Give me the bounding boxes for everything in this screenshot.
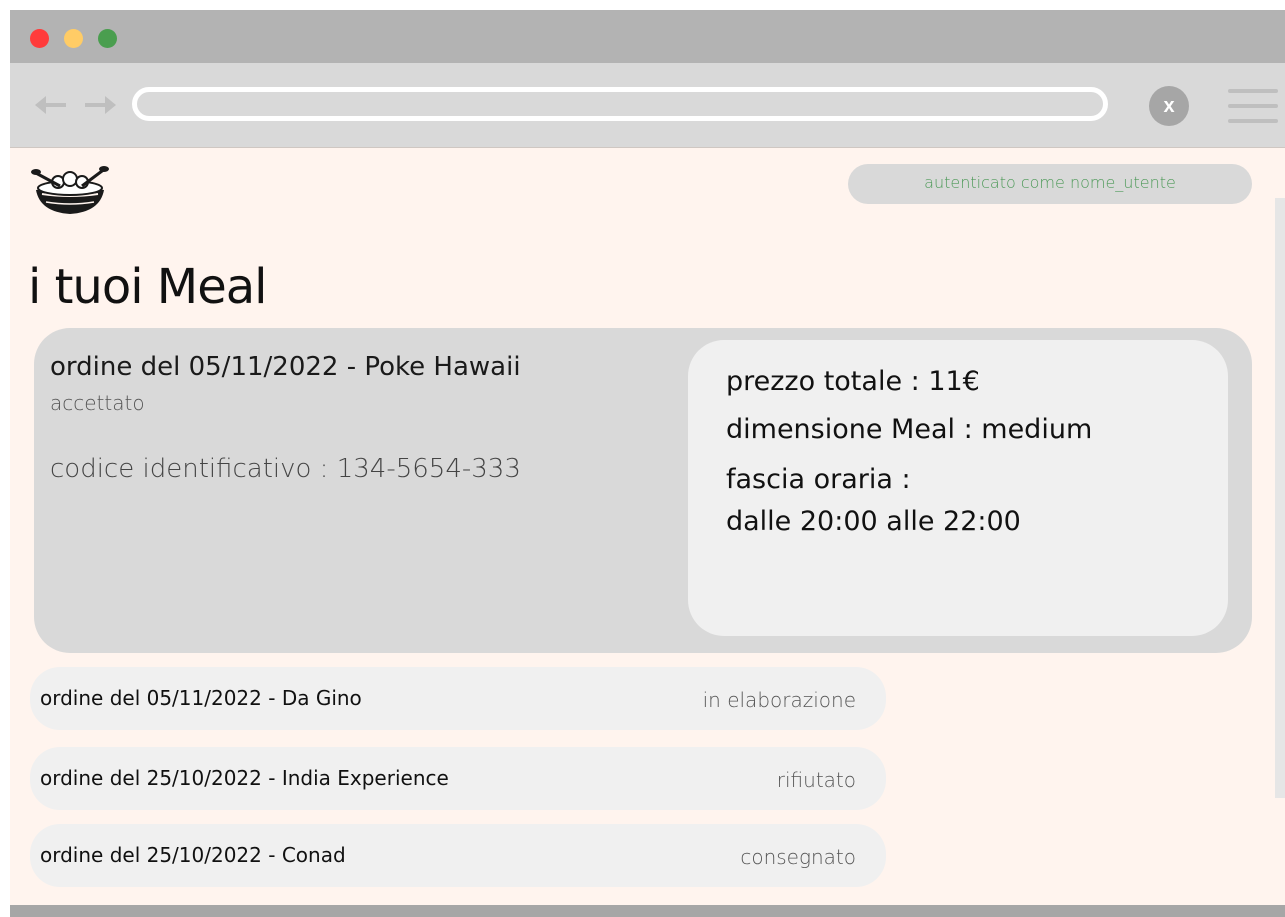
close-window-dot[interactable]	[30, 29, 49, 48]
time-slot-value: dalle 20:00 alle 22:00	[726, 506, 1021, 537]
auth-status-badge[interactable]: autenticato come nome_utente	[848, 164, 1252, 204]
order-row-title: ordine del 05/11/2022 - Da Gino	[40, 686, 362, 710]
scrollbar[interactable]	[1275, 198, 1285, 798]
forward-arrow-icon[interactable]	[83, 93, 119, 117]
order-row[interactable]: ordine del 05/11/2022 - Da Gino in elabo…	[30, 667, 886, 730]
hamburger-menu-icon[interactable]	[1228, 87, 1278, 125]
time-slot-label: fascia oraria :	[726, 464, 911, 495]
order-details-panel: prezzo totale : 11€ dimensione Meal : me…	[688, 340, 1228, 636]
browser-window: x autenticato come nome_utente i tuoi Me…	[10, 10, 1285, 917]
order-status: accettato	[50, 391, 145, 415]
featured-order-card[interactable]: ordine del 05/11/2022 - Poke Hawaii acce…	[34, 328, 1252, 653]
maximize-window-dot[interactable]	[98, 29, 117, 48]
salad-bowl-logo-icon[interactable]	[30, 160, 110, 220]
address-bar[interactable]	[132, 87, 1108, 121]
order-title: ordine del 05/11/2022 - Poke Hawaii	[50, 352, 521, 382]
title-bar	[10, 10, 1285, 63]
order-row[interactable]: ordine del 25/10/2022 - Conad consegnato	[30, 824, 886, 887]
page-title: i tuoi Meal	[28, 259, 267, 315]
order-row-title: ordine del 25/10/2022 - Conad	[40, 843, 346, 867]
bottom-bar	[10, 905, 1285, 917]
minimize-window-dot[interactable]	[64, 29, 83, 48]
meal-size: dimensione Meal : medium	[726, 414, 1093, 445]
order-code: codice identificativo : 134-5654-333	[50, 454, 521, 484]
back-arrow-icon[interactable]	[32, 93, 68, 117]
total-price: prezzo totale : 11€	[726, 366, 980, 397]
order-row-status: in elaborazione	[702, 688, 856, 712]
close-icon[interactable]: x	[1149, 86, 1189, 126]
browser-toolbar: x	[10, 63, 1285, 148]
order-row-status: rifiutato	[776, 768, 856, 792]
order-row-status: consegnato	[740, 845, 856, 869]
order-row-title: ordine del 25/10/2022 - India Experience	[40, 766, 449, 790]
order-row[interactable]: ordine del 25/10/2022 - India Experience…	[30, 747, 886, 810]
